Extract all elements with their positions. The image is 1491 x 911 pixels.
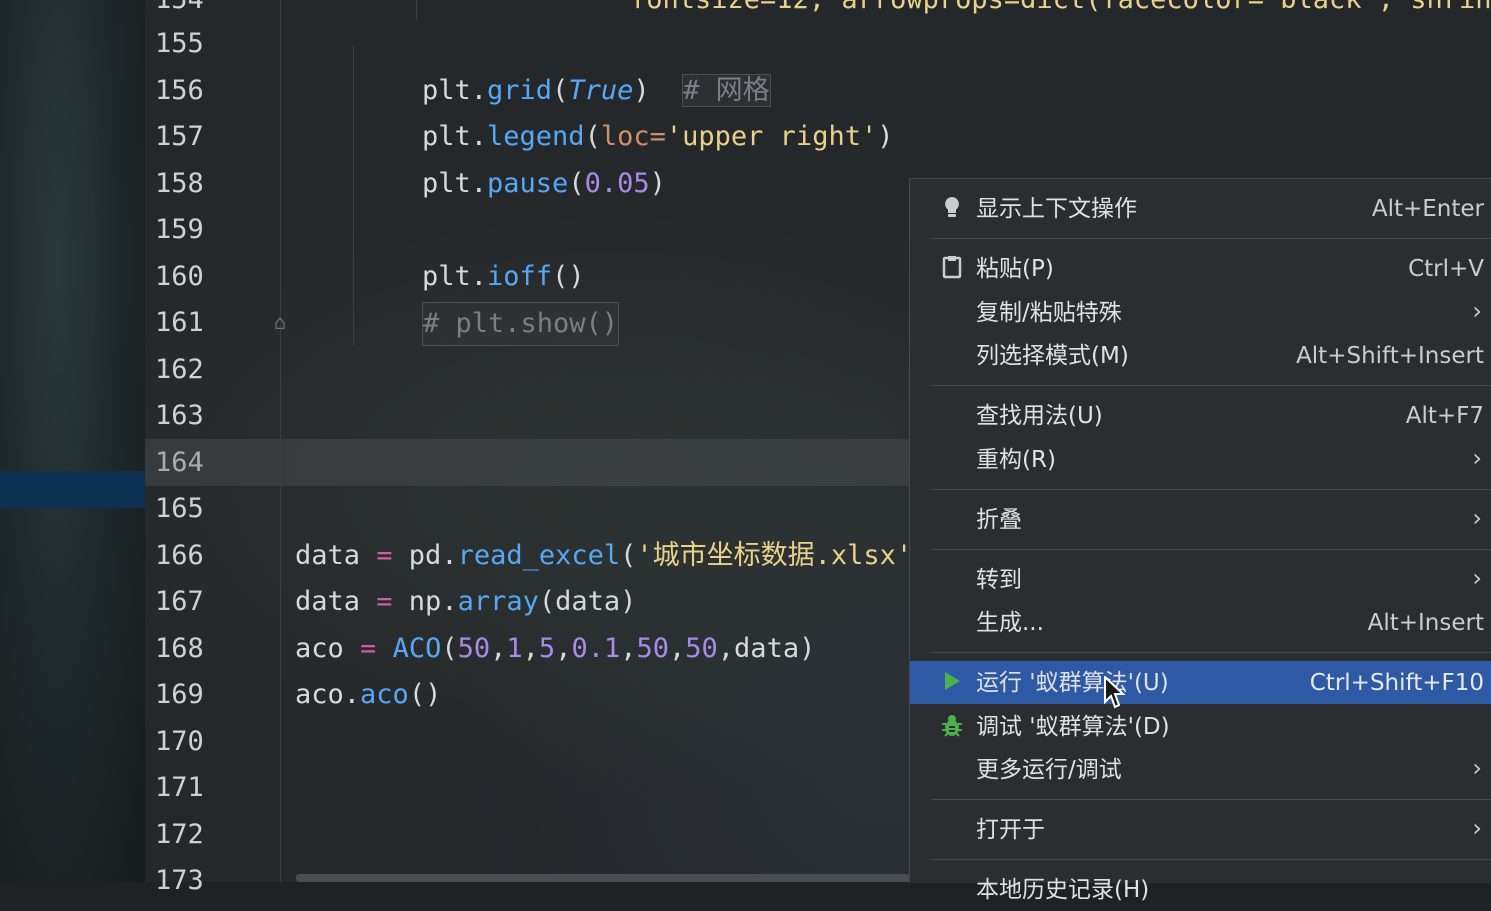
line-number: 157 [155,121,204,152]
line-number: 167 [155,586,204,617]
line-number: 169 [155,679,204,710]
line-number: 161 [155,307,204,338]
chevron-right-icon: › [1472,564,1482,592]
menu-item-find-usages[interactable]: 查找用法(U) Alt+F7 [910,394,1491,437]
code-line-157: plt.legend(loc='upper right') [422,121,894,152]
line-number-current: 164 [155,447,204,478]
chevron-right-icon: › [1472,814,1482,842]
chevron-right-icon: › [1472,754,1482,782]
gutter-divider [280,0,281,882]
code-line-154: fontsize=12, arrowprops=dict(facecolor='… [630,0,1491,23]
line-number: 159 [155,214,204,245]
code-line-169: aco.aco() [295,679,442,710]
code-line-160: plt.ioff() [422,261,585,292]
menu-item-column-selection-mode[interactable]: 列选择模式(M) Alt+Shift+Insert [910,334,1491,377]
menu-separator [931,238,1491,239]
comment-grid: # 网格 [682,74,771,107]
code-line-167: data = np.array(data) [295,586,637,617]
code-line-161: # plt.show() [422,302,620,346]
line-number: 172 [155,819,204,850]
run-icon [940,669,964,697]
line-number: 158 [155,168,204,199]
menu-item-open-in[interactable]: 打开于 › [910,808,1491,851]
menu-item-paste[interactable]: 粘贴(P) Ctrl+V [910,247,1491,290]
mouse-pointer-icon [1104,674,1126,710]
editor-context-menu: 显示上下文操作 Alt+Enter 粘贴(P) Ctrl+V 复制/粘贴特殊 ›… [909,178,1491,903]
line-number: 171 [155,772,204,803]
clipboard-icon [940,255,964,283]
project-tree-selected-row[interactable] [0,471,145,508]
menu-item-refactor[interactable]: 重构(R) › [910,438,1491,481]
menu-item-local-history[interactable]: 本地历史记录(H) [910,868,1491,911]
line-number: 162 [155,354,204,385]
menu-item-goto[interactable]: 转到 › [910,558,1491,601]
menu-item-folding[interactable]: 折叠 › [910,498,1491,541]
line-number: 154 [155,0,215,23]
line-number: 155 [155,28,204,59]
menu-separator [931,799,1491,800]
code-line-166: data = pd.read_excel('城市坐标数据.xlsx') [295,540,928,571]
indent-guide [353,46,354,346]
line-number: 163 [155,400,204,431]
menu-item-more-run-debug[interactable]: 更多运行/调试 › [910,748,1491,791]
menu-separator [931,489,1491,490]
menu-item-show-context-actions[interactable]: 显示上下文操作 Alt+Enter [910,187,1491,230]
menu-separator [931,549,1491,550]
chevron-right-icon: › [1472,504,1482,532]
line-number: 168 [155,633,204,664]
menu-item-run[interactable]: 运行 '蚁群算法'(U) Ctrl+Shift+F10 [910,661,1491,704]
bulb-icon [940,195,964,223]
debug-bug-icon [940,713,964,741]
line-number: 156 [155,75,204,106]
menu-item-copy-paste-special[interactable]: 复制/粘贴特殊 › [910,291,1491,334]
fold-marker-icon[interactable]: ⌂ [268,310,292,334]
menu-separator [931,385,1491,386]
line-number: 166 [155,540,204,571]
code-line-168: aco = ACO(50,1,5,0.1,50,50,data) [295,633,816,664]
project-panel [0,0,145,882]
line-number: 170 [155,726,204,757]
chevron-right-icon: › [1472,297,1482,325]
code-line-158: plt.pause(0.05) [422,168,666,199]
menu-item-generate[interactable]: 生成... Alt+Insert [910,601,1491,644]
chevron-right-icon: › [1472,444,1482,472]
code-line-156: plt.grid(True) # 网格 [422,74,771,107]
indent-guide [416,0,417,20]
menu-separator [931,859,1491,860]
line-number: 173 [155,865,204,896]
horizontal-scrollbar[interactable] [296,874,910,882]
menu-separator [931,652,1491,653]
line-number: 160 [155,261,204,292]
menu-item-debug[interactable]: 调试 '蚁群算法'(D) [910,705,1491,748]
current-line-highlight [145,439,910,486]
line-number: 165 [155,493,204,524]
